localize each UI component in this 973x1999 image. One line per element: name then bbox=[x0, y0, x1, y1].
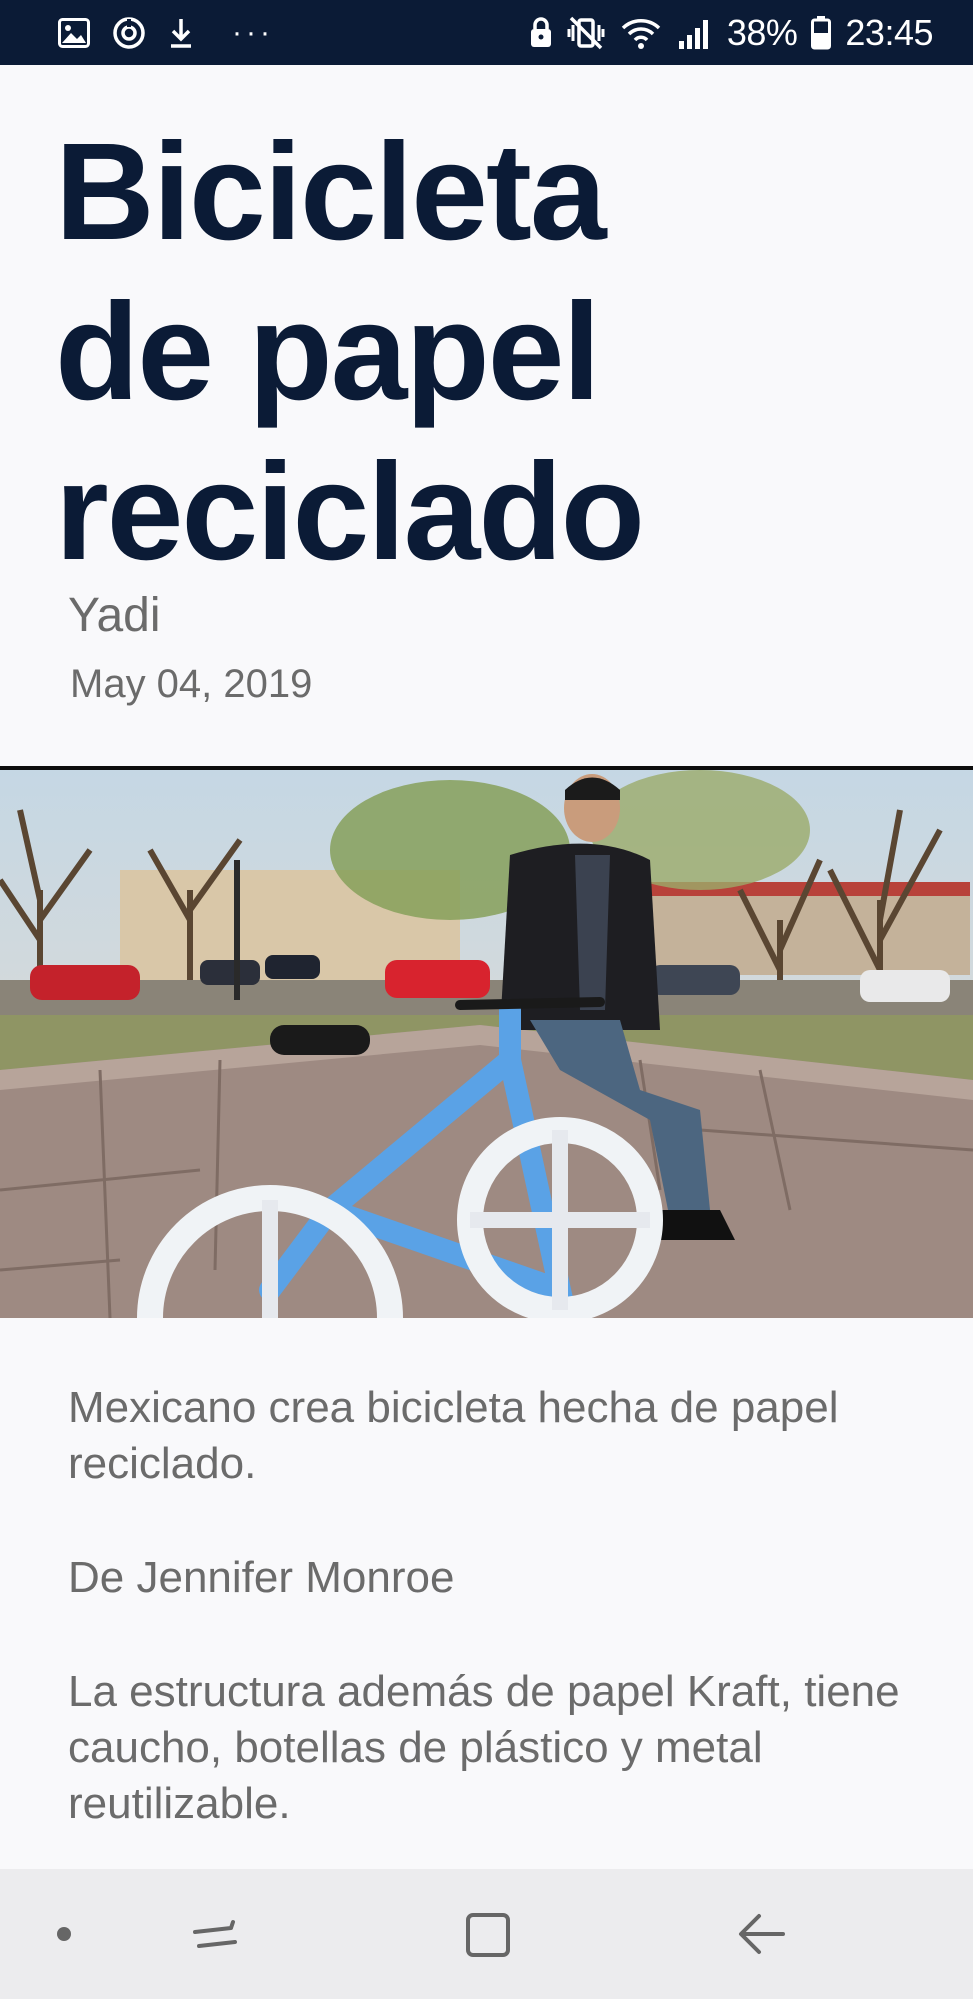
image-icon bbox=[58, 17, 90, 48]
back-icon[interactable] bbox=[730, 1909, 794, 1959]
clock: 23:45 bbox=[845, 11, 933, 53]
article-paragraph: Mexicano crea bicicleta hecha de papel r… bbox=[68, 1383, 839, 1488]
sync-icon bbox=[112, 16, 146, 50]
battery-icon bbox=[811, 15, 832, 50]
signal-icon bbox=[677, 17, 713, 49]
recent-apps-icon[interactable] bbox=[185, 1909, 245, 1959]
article-date: May 04, 2019 bbox=[70, 662, 313, 706]
article-title: Bicicleta de papel reciclado bbox=[55, 115, 645, 589]
battery-percentage: 38% bbox=[726, 11, 798, 53]
article-byline: De Jennifer Monroe bbox=[68, 1553, 455, 1602]
status-bar-left: ··· bbox=[58, 16, 274, 50]
home-icon[interactable] bbox=[458, 1907, 518, 1963]
dot-icon[interactable] bbox=[50, 1914, 78, 1954]
navigation-bar bbox=[0, 1869, 973, 1999]
status-bar: ··· 38% 23:45 bbox=[0, 0, 973, 65]
article-author: Yadi bbox=[68, 589, 161, 642]
article-paragraph: La estructura además de papel Kraft, tie… bbox=[68, 1667, 900, 1828]
wifi-icon bbox=[619, 16, 663, 50]
status-bar-right: 38% 23:45 bbox=[529, 12, 933, 54]
article-photo bbox=[0, 766, 973, 1318]
lock-icon bbox=[529, 16, 553, 49]
download-icon bbox=[168, 17, 194, 49]
vibrate-mute-icon bbox=[567, 16, 605, 50]
more-notifications-icon: ··· bbox=[232, 15, 274, 49]
